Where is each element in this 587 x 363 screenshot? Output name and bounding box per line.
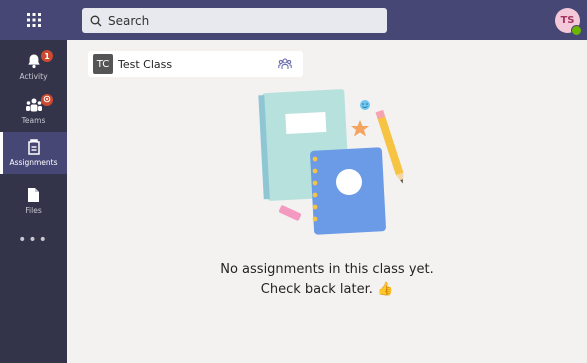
app-launcher-button[interactable] (0, 0, 67, 40)
top-bar: Search TS (0, 0, 587, 40)
teams-icon (25, 98, 42, 112)
class-header[interactable]: TC Test Class (88, 51, 303, 77)
presence-status-icon (571, 25, 582, 36)
rail-label-teams: Teams (21, 116, 46, 125)
search-icon (90, 15, 102, 26)
more-apps-button[interactable]: ••• (0, 230, 67, 250)
activity-badge: 1 (41, 50, 53, 62)
thumbs-up-icon: 👍 (377, 282, 394, 297)
teams-mention-badge (41, 94, 53, 106)
people-icon[interactable] (278, 57, 292, 71)
empty-state-line-2: Check back later. (260, 282, 373, 297)
empty-state-line-1: No assignments in this class yet. (220, 262, 434, 277)
rail-label-files: Files (25, 206, 42, 215)
main-pane: TC Test Class No assignments in this cla… (67, 40, 587, 363)
at-mention-icon (43, 95, 51, 102)
assignments-icon (27, 139, 40, 155)
waffle-icon (26, 13, 41, 27)
bell-icon (27, 54, 40, 69)
rail-item-assignments[interactable]: Assignments (0, 132, 67, 174)
search-input[interactable]: Search (82, 8, 387, 33)
file-icon (28, 188, 39, 202)
empty-state-illustration (258, 89, 404, 235)
app-bar: Activity 1 Teams Assignments Files ••• (0, 40, 67, 363)
empty-state-line-2-wrap: Check back later. 👍 (67, 282, 587, 297)
rail-item-files[interactable]: Files (0, 180, 67, 222)
search-placeholder: Search (108, 13, 150, 28)
rail-item-teams[interactable]: Teams (0, 90, 67, 132)
rail-item-activity[interactable]: Activity 1 (0, 46, 67, 88)
rail-label-activity: Activity (19, 72, 48, 81)
rail-label-assignments: Assignments (9, 158, 58, 167)
class-name: Test Class (118, 57, 173, 71)
class-avatar: TC (93, 54, 113, 74)
